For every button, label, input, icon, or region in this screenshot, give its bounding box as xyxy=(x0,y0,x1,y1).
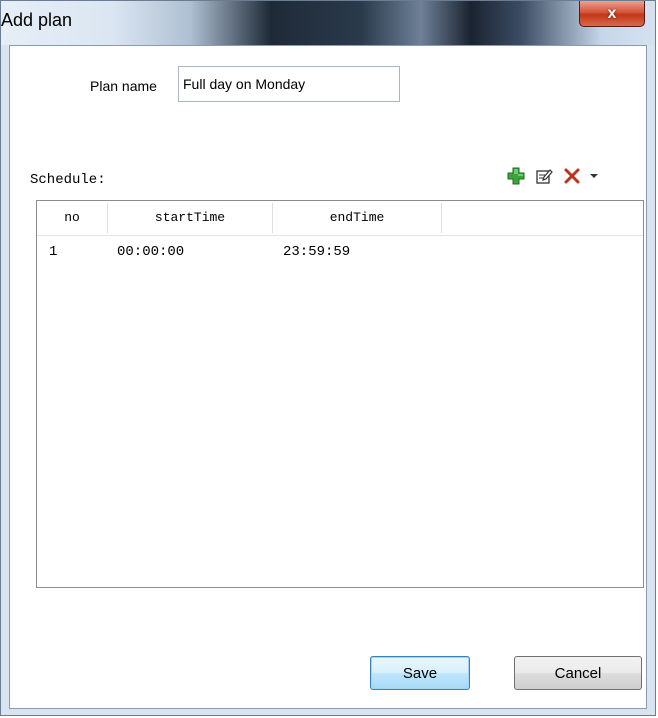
edit-schedule-button[interactable] xyxy=(530,164,558,188)
cancel-button[interactable]: Cancel xyxy=(514,656,642,690)
toolbar-dropdown-button[interactable] xyxy=(586,164,602,188)
plan-name-input[interactable] xyxy=(178,66,400,102)
schedule-toolbar xyxy=(502,164,602,188)
column-header-empty[interactable] xyxy=(442,201,642,235)
title-bar[interactable]: Add plan x xyxy=(1,1,655,45)
edit-icon xyxy=(536,169,553,184)
schedule-label: Schedule: xyxy=(30,172,106,188)
window-title: Add plan xyxy=(1,10,73,30)
table-row[interactable]: 1 00:00:00 23:59:59 xyxy=(37,239,643,265)
save-button[interactable]: Save xyxy=(370,656,470,690)
column-header-no[interactable]: no xyxy=(37,201,107,235)
chevron-down-icon xyxy=(590,174,598,178)
delete-schedule-button[interactable] xyxy=(558,164,586,188)
cell-end-time: 23:59:59 xyxy=(283,244,351,260)
add-plan-dialog: Add plan x Plan name Schedule: xyxy=(0,0,656,716)
cell-start-time: 00:00:00 xyxy=(117,244,185,260)
plan-name-label: Plan name xyxy=(90,78,157,94)
close-button[interactable]: x xyxy=(579,1,645,27)
close-icon: x xyxy=(607,4,617,22)
cell-no: 1 xyxy=(49,244,58,260)
dialog-body: Plan name Schedule: xyxy=(9,45,647,709)
table-header: no startTime endTime xyxy=(37,201,643,236)
delete-icon xyxy=(564,168,580,184)
column-header-endtime[interactable]: endTime xyxy=(273,201,441,235)
add-icon xyxy=(507,167,525,185)
add-schedule-button[interactable] xyxy=(502,164,530,188)
column-header-starttime[interactable]: startTime xyxy=(108,201,272,235)
schedule-table: no startTime endTime 1 00:00:00 23:59:59 xyxy=(36,200,644,588)
